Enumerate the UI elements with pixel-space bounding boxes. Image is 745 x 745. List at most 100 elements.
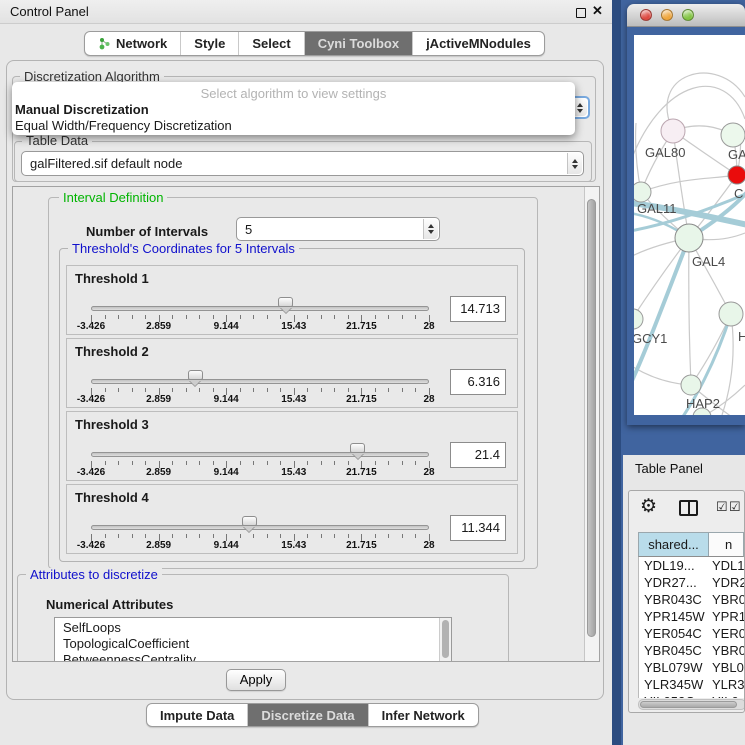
GAL4-node[interactable] [675, 224, 703, 252]
table-row[interactable]: YIL052CYIL0 [639, 693, 744, 698]
attribute-item-selfloops[interactable]: SelfLoops [63, 620, 451, 636]
slider-track[interactable] [91, 525, 429, 530]
table-row[interactable]: YBR043CYBR0 [639, 591, 744, 608]
selected-red-node[interactable] [728, 166, 745, 184]
list-scrollbar[interactable] [439, 618, 451, 661]
cell-name: YER0 [709, 625, 744, 642]
tab-cyni-toolbox[interactable]: Cyni Toolbox [304, 32, 412, 55]
tick-mark [105, 461, 106, 465]
tick-mark [348, 388, 349, 392]
table-horizontal-scrollbar[interactable] [638, 699, 745, 710]
numerical-attributes-list[interactable]: SelfLoopsTopologicalCoefficientBetweenne… [54, 617, 452, 662]
attribute-item-topologicalcoefficient[interactable]: TopologicalCoefficient [63, 636, 451, 652]
table-row[interactable]: YPR145WYPR1 [639, 608, 744, 625]
threshold-value-field[interactable]: 11.344 [450, 515, 506, 541]
tick-mark [321, 534, 322, 538]
node-label-hap2: HAP2 [686, 396, 720, 411]
table-row[interactable]: YDL19...YDL1 [639, 557, 744, 574]
tick-mark [199, 534, 200, 538]
tick-mark [402, 461, 403, 465]
cell-name: YIL0 [709, 693, 744, 698]
network-window-titlebar[interactable] [627, 4, 745, 27]
tab-select[interactable]: Select [238, 32, 303, 55]
attributes-group-title: Attributes to discretize [26, 568, 162, 582]
network-graph: GAL80GACGAL11GAL4GCY1HHAP2 [634, 35, 745, 415]
algorithm-option-manual-discretization[interactable]: Manual Discretization [12, 102, 575, 118]
cell-name: YLR3 [709, 676, 744, 693]
zoom-button[interactable] [682, 9, 694, 21]
tick-mark [186, 534, 187, 538]
H-node[interactable] [719, 302, 743, 326]
attribute-item-betweennesscentrality[interactable]: BetweennessCentrality [63, 652, 451, 662]
cytoscape-desktop: GAL80GACGAL11GAL4GCY1HHAP2 Table Panel ⚙… [612, 0, 745, 745]
scrollbar-thumb[interactable] [442, 620, 449, 658]
slider-thumb[interactable] [242, 516, 257, 526]
node-label-c: C [734, 186, 743, 201]
split-columns-icon[interactable] [679, 500, 698, 516]
column-header-shared-name[interactable]: shared... [639, 533, 709, 556]
table-row[interactable]: YBR045CYBR0 [639, 642, 744, 659]
threshold-value-field[interactable]: 14.713 [450, 296, 506, 322]
HAP2-node[interactable] [681, 375, 701, 395]
tick-mark [118, 534, 119, 538]
number-of-intervals-combobox[interactable]: 5 [236, 217, 440, 241]
scrollbar-thumb[interactable] [587, 199, 596, 637]
slider-thumb[interactable] [350, 443, 365, 453]
threshold-value-field[interactable]: 21.4 [450, 442, 506, 468]
slider-track[interactable] [91, 452, 429, 457]
column-header-name[interactable]: n [709, 533, 743, 556]
slider-thumb[interactable] [188, 370, 203, 380]
table-data-combobox[interactable]: galFiltered.sif default node [21, 151, 584, 176]
tick-mark [307, 534, 308, 538]
cell-name: YBR0 [709, 642, 744, 659]
tab-style[interactable]: Style [180, 32, 238, 55]
table-row[interactable]: YBL079WYBL0 [639, 659, 744, 676]
node[interactable] [721, 123, 745, 147]
GAL80-node[interactable] [661, 119, 685, 143]
tick-label: 15.43 [281, 540, 306, 551]
tick-mark [307, 388, 308, 392]
table-row[interactable]: YLR345WYLR3 [639, 676, 744, 693]
gear-icon[interactable]: ⚙ [640, 495, 657, 518]
float-window-icon[interactable] [576, 8, 586, 18]
threshold-value-field[interactable]: 6.316 [450, 369, 506, 395]
table-row[interactable]: YER054CYER0 [639, 625, 744, 642]
close-button[interactable] [640, 9, 652, 21]
close-icon[interactable]: ✕ [592, 3, 603, 19]
tick-mark [375, 461, 376, 465]
table-data-title: Table Data [22, 134, 92, 148]
network-canvas[interactable]: GAL80GACGAL11GAL4GCY1HHAP2 [634, 35, 745, 415]
combo-arrows-icon [423, 219, 438, 239]
network-view-window[interactable]: GAL80GACGAL11GAL4GCY1HHAP2 [627, 4, 745, 425]
settings-scrollbar[interactable] [584, 187, 599, 661]
GAL11-node[interactable] [634, 182, 651, 202]
tab-network[interactable]: Network [85, 32, 180, 55]
minimize-button[interactable] [661, 9, 673, 21]
checkbox-icon[interactable]: ☑ [729, 499, 741, 515]
network-edge [689, 238, 691, 385]
attributes-group: Attributes to discretize Numerical Attri… [17, 574, 509, 662]
slider-track[interactable] [91, 379, 429, 384]
tick-mark [415, 534, 416, 538]
algorithm-option-equal-width-frequency-discretization[interactable]: Equal Width/Frequency Discretization [12, 118, 575, 134]
tab-discretize-data[interactable]: Discretize Data [247, 704, 367, 726]
slider-thumb[interactable] [278, 297, 293, 307]
toolbox-tab-bar: NetworkStyleSelectCyni ToolboxjActiveMNo… [84, 31, 545, 56]
tick-mark [348, 534, 349, 538]
tab-impute-data[interactable]: Impute Data [147, 704, 247, 726]
table-row[interactable]: YDR27...YDR2 [639, 574, 744, 591]
tick-mark [213, 461, 214, 465]
tab-jactivemnodules[interactable]: jActiveMNodules [412, 32, 544, 55]
tick-label: 2.859 [146, 321, 171, 332]
apply-button[interactable]: Apply [226, 669, 286, 691]
tab-infer-network[interactable]: Infer Network [368, 704, 478, 726]
tick-label: 2.859 [146, 540, 171, 551]
tick-mark [186, 461, 187, 465]
tick-label: -3.426 [77, 540, 105, 551]
tick-mark [172, 461, 173, 465]
slider-track[interactable] [91, 306, 429, 311]
GCY1-node[interactable] [634, 309, 643, 329]
checkbox-icon[interactable]: ☑ [716, 499, 728, 515]
scrollbar-thumb[interactable] [640, 701, 737, 708]
tick-mark [375, 315, 376, 319]
